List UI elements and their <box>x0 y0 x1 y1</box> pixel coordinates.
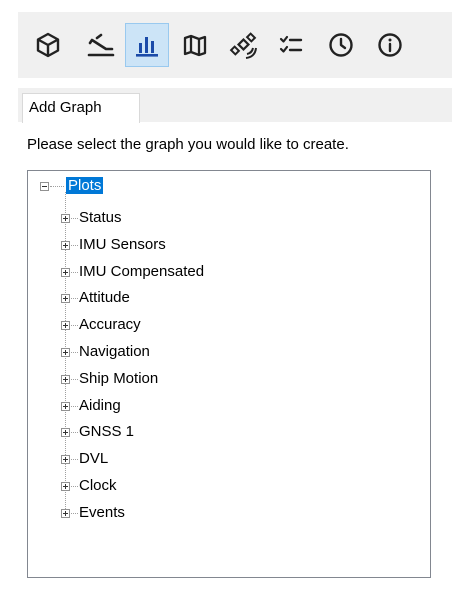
tree-item-events[interactable]: Events <box>79 502 125 524</box>
map-button[interactable] <box>173 23 217 67</box>
cube-icon <box>36 32 60 58</box>
toolbar <box>18 12 452 78</box>
tab-strip: Add Graph <box>18 88 452 123</box>
tree-root-label: Plots <box>66 177 104 194</box>
cube-button[interactable] <box>26 23 70 67</box>
tree-item-imu-compensated[interactable]: IMU Compensated <box>79 261 204 283</box>
tree-connector <box>71 298 78 300</box>
info-icon <box>378 33 402 57</box>
tree-connector <box>71 218 78 219</box>
tree-item-expand-toggle[interactable] <box>61 321 70 331</box>
tab-add-graph[interactable]: Add Graph <box>22 93 140 123</box>
tree-item-expand-toggle[interactable] <box>61 455 70 465</box>
ship-button[interactable] <box>79 23 123 67</box>
tree-item-aiding[interactable]: Aiding <box>79 395 121 417</box>
tree-item-expand-toggle[interactable] <box>61 508 70 518</box>
clock-icon <box>329 33 353 57</box>
tree-connector <box>71 432 78 434</box>
tree-item-status[interactable]: Status <box>79 207 122 229</box>
tree-connector <box>71 271 78 273</box>
tree-item-expand-toggle[interactable] <box>61 240 70 250</box>
tree-root-plots[interactable]: Plots <box>66 175 104 197</box>
tree-connector <box>71 486 78 487</box>
ship-icon <box>87 33 115 57</box>
tree-connector <box>71 244 78 246</box>
tree-item-attitude[interactable]: Attitude <box>79 287 130 309</box>
tree-item-expand-toggle[interactable] <box>61 428 70 438</box>
graph-button[interactable] <box>125 23 169 67</box>
tree-item-expand-toggle[interactable] <box>61 482 70 491</box>
tree-item-expand-toggle[interactable] <box>61 348 70 357</box>
tree-connector <box>71 378 78 380</box>
tree-item-accuracy[interactable]: Accuracy <box>79 314 141 336</box>
tree-item-navigation[interactable]: Navigation <box>79 341 150 363</box>
tree-item-expand-toggle[interactable] <box>61 214 70 223</box>
tree-item-expand-toggle[interactable] <box>61 294 70 304</box>
tree-item-clock[interactable]: Clock <box>79 475 117 497</box>
instruction-text: Please select the graph you would like t… <box>27 136 349 153</box>
tree-item-expand-toggle[interactable] <box>61 374 70 384</box>
satellite-button[interactable] <box>221 23 265 67</box>
tree-item-ship-motion[interactable]: Ship Motion <box>79 368 158 390</box>
tree-item-imu-sensors[interactable]: IMU Sensors <box>79 234 166 256</box>
clock-button[interactable] <box>319 23 363 67</box>
tree-connector <box>50 186 64 187</box>
root-collapse-toggle[interactable] <box>40 182 49 191</box>
tree-item-expand-toggle[interactable] <box>61 267 70 277</box>
tree-connector <box>71 325 78 327</box>
tree-connector <box>71 459 78 461</box>
tree-connector <box>71 405 78 407</box>
checklist-icon <box>279 35 303 53</box>
tree-item-gnss-1[interactable]: GNSS 1 <box>79 421 134 443</box>
tree-item-expand-toggle[interactable] <box>61 401 70 411</box>
tree-connector <box>71 352 78 353</box>
tree-item-dvl[interactable]: DVL <box>79 448 108 470</box>
satellite-icon <box>229 32 257 59</box>
plots-tree[interactable]: Plots Status IMU Sensors IMU Compensated At… <box>27 170 431 578</box>
checklist-button[interactable] <box>269 23 313 67</box>
bar-chart-icon <box>136 37 158 57</box>
info-button[interactable] <box>368 23 412 67</box>
map-icon <box>183 34 207 57</box>
tree-connector <box>71 512 78 514</box>
